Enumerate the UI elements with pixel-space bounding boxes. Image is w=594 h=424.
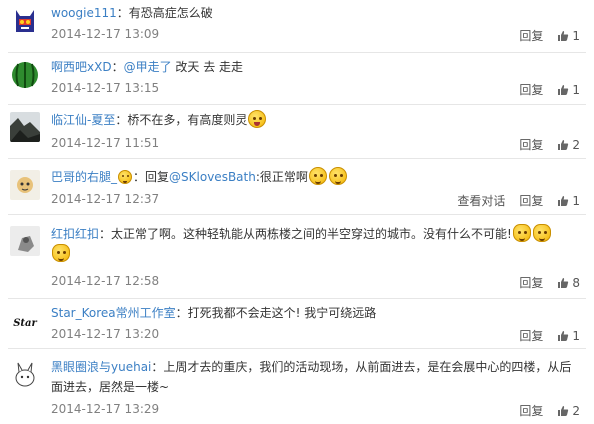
comment-text: 红扣红扣：太正常了啊。这种轻轨能从两栋楼之间的半空穿过的城市。没有什么不可能! (51, 224, 583, 264)
user-badge-icon (118, 170, 133, 184)
like-button[interactable]: 2 (557, 404, 580, 418)
colon: ： (133, 170, 146, 184)
like-button[interactable]: 1 (557, 83, 580, 97)
like-button[interactable]: 2 (557, 138, 580, 152)
thumbs-up-icon (558, 195, 569, 206)
comment-meta: 2014-12-17 13:09 回复 1 (51, 27, 583, 43)
comment-meta: 2014-12-17 13:15 回复 1 (51, 81, 583, 97)
thumbs-up-icon (558, 277, 569, 288)
reply-button[interactable]: 回复 (519, 81, 543, 98)
comment-list: woogie111：有恐高症怎么破 2014-12-17 13:09 回复 1 … (0, 0, 594, 424)
like-count: 2 (572, 403, 580, 418)
colon: ： (99, 227, 112, 241)
avatar[interactable] (10, 170, 40, 200)
comment-body: 打死我都不会走这个! 我宁可绕远路 (187, 306, 377, 320)
avatar[interactable]: Star (10, 308, 40, 338)
divider (8, 158, 586, 159)
timestamp: 2014-12-17 12:58 (51, 274, 160, 288)
colon: ： (151, 360, 164, 374)
comment-body: 太正常了啊。这种轻轨能从两栋楼之间的半空穿过的城市。没有什么不可能! (111, 227, 512, 241)
comment-text: 临江仙-夏至：桥不在多，有高度则灵 (51, 110, 583, 130)
divider (8, 104, 586, 105)
divider (8, 52, 586, 53)
reply-button[interactable]: 回复 (519, 402, 543, 419)
thumbs-up-icon (558, 30, 569, 41)
reply-prefix: 回复 (145, 170, 170, 184)
reply-button[interactable]: 回复 (519, 27, 543, 44)
avatar[interactable] (10, 226, 40, 256)
reply-button[interactable]: 回复 (519, 327, 543, 344)
comment-meta: 2014-12-17 12:58 回复 8 (51, 274, 583, 290)
colon: ： (116, 6, 129, 20)
username-link[interactable]: 黑眼圈浪与yuehai (51, 360, 151, 374)
laugh-emoji-icon (248, 110, 267, 128)
username-link[interactable]: 啊西吧xXD (51, 60, 112, 74)
thumbs-up-icon (558, 84, 569, 95)
like-count: 8 (572, 275, 580, 290)
username-link[interactable]: 临江仙-夏至 (51, 113, 115, 127)
cat-emoji-icon (52, 244, 70, 262)
comment-body: 改天 去 走走 (171, 60, 244, 74)
divider (8, 214, 586, 215)
username-link[interactable]: woogie111 (51, 6, 117, 20)
reply-button[interactable]: 回复 (519, 192, 543, 209)
colon: ： (111, 60, 124, 74)
avatar[interactable] (10, 112, 40, 142)
comment-text: Star_Korea常州工作室：打死我都不会走这个! 我宁可绕远路 (51, 303, 583, 323)
thumbs-up-icon (558, 330, 569, 341)
like-button[interactable]: 1 (557, 194, 580, 208)
timestamp: 2014-12-17 11:51 (51, 136, 160, 150)
comment-text: 巴哥的右腿_ ：回复@SKlovesBath:很正常啊 (51, 167, 583, 187)
timestamp: 2014-12-17 13:15 (51, 81, 160, 95)
mention-link[interactable]: @甲走了 (124, 60, 172, 74)
comment-meta: 2014-12-17 13:29 回复 2 (51, 402, 583, 418)
avatar[interactable] (10, 360, 40, 390)
timestamp: 2014-12-17 13:09 (51, 27, 160, 41)
username-link[interactable]: 红扣红扣 (51, 227, 99, 241)
comment-text: 啊西吧xXD：@甲走了 改天 去 走走 (51, 57, 583, 77)
like-count: 1 (572, 328, 580, 343)
like-button[interactable]: 1 (557, 29, 580, 43)
reply-button[interactable]: 回复 (519, 136, 543, 153)
comment-body: :很正常啊 (255, 170, 308, 184)
comment-body: 桥不在多，有高度则灵 (127, 113, 248, 127)
timestamp: 2014-12-17 13:20 (51, 327, 160, 341)
cat-emoji-icon (532, 224, 551, 242)
avatar-logo-text: Star (13, 317, 37, 329)
view-conversation-button[interactable]: 查看对话 (457, 192, 505, 209)
colon: ： (115, 113, 128, 127)
comment-meta: 2014-12-17 11:51 回复 2 (51, 136, 583, 152)
timestamp: 2014-12-17 12:37 (51, 192, 160, 206)
thumbs-up-icon (558, 139, 569, 150)
mention-link[interactable]: @SKlovesBath (169, 170, 256, 184)
like-button[interactable]: 8 (557, 276, 580, 290)
like-count: 2 (572, 137, 580, 152)
comment-text: 黑眼圈浪与yuehai：上周才去的重庆，我们的活动现场，从前面进去，是在会展中心… (51, 357, 583, 397)
username-link[interactable]: Star_Korea常州工作室 (51, 306, 176, 320)
colon: ： (175, 306, 188, 320)
reply-button[interactable]: 回复 (519, 274, 543, 291)
divider (8, 298, 586, 299)
thumbs-up-icon (558, 405, 569, 416)
avatar[interactable] (10, 6, 40, 36)
like-count: 1 (572, 28, 580, 43)
username-link[interactable]: 巴哥的右腿_ (51, 170, 117, 184)
like-count: 1 (572, 193, 580, 208)
comment-meta: 2014-12-17 13:20 回复 1 (51, 327, 583, 343)
smile-emoji-icon (308, 167, 327, 185)
divider (8, 348, 586, 349)
comment-body: 有恐高症怎么破 (128, 6, 213, 20)
like-count: 1 (572, 82, 580, 97)
smile-emoji-icon (328, 167, 347, 185)
like-button[interactable]: 1 (557, 329, 580, 343)
timestamp: 2014-12-17 13:29 (51, 402, 160, 416)
comment-text: woogie111：有恐高症怎么破 (51, 3, 583, 23)
cat-emoji-icon (512, 224, 531, 242)
avatar[interactable] (10, 60, 40, 90)
comment-meta: 2014-12-17 12:37 查看对话 回复 1 (51, 192, 583, 208)
